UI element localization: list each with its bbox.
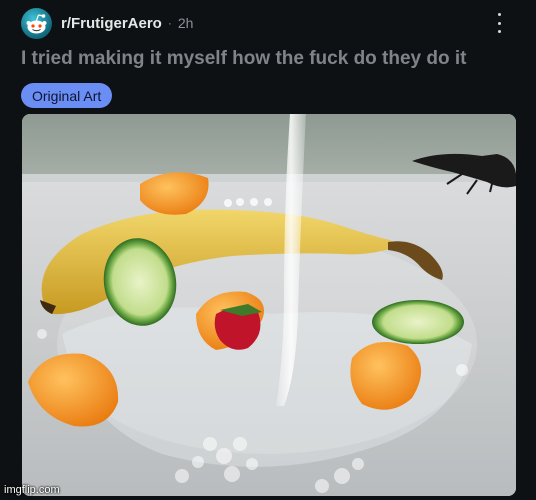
imgflip-watermark: imgflip.com bbox=[4, 484, 60, 496]
post-title[interactable]: I tried making it myself how the fuck do… bbox=[21, 48, 526, 70]
subreddit-name[interactable]: r/FrutigerAero bbox=[61, 15, 162, 32]
meta-separator: · bbox=[167, 16, 172, 30]
post-photo bbox=[22, 114, 516, 496]
subreddit-avatar[interactable] bbox=[21, 7, 52, 39]
post-flair[interactable]: Original Art bbox=[21, 83, 113, 108]
post-image[interactable] bbox=[22, 114, 516, 496]
more-options-button[interactable] bbox=[496, 13, 502, 33]
post-time: 2h bbox=[177, 15, 194, 31]
more-vertical-icon bbox=[497, 13, 501, 16]
post-header: r/FrutigerAero · 2h bbox=[21, 7, 526, 39]
reddit-snoo-avatar-icon bbox=[26, 13, 47, 33]
